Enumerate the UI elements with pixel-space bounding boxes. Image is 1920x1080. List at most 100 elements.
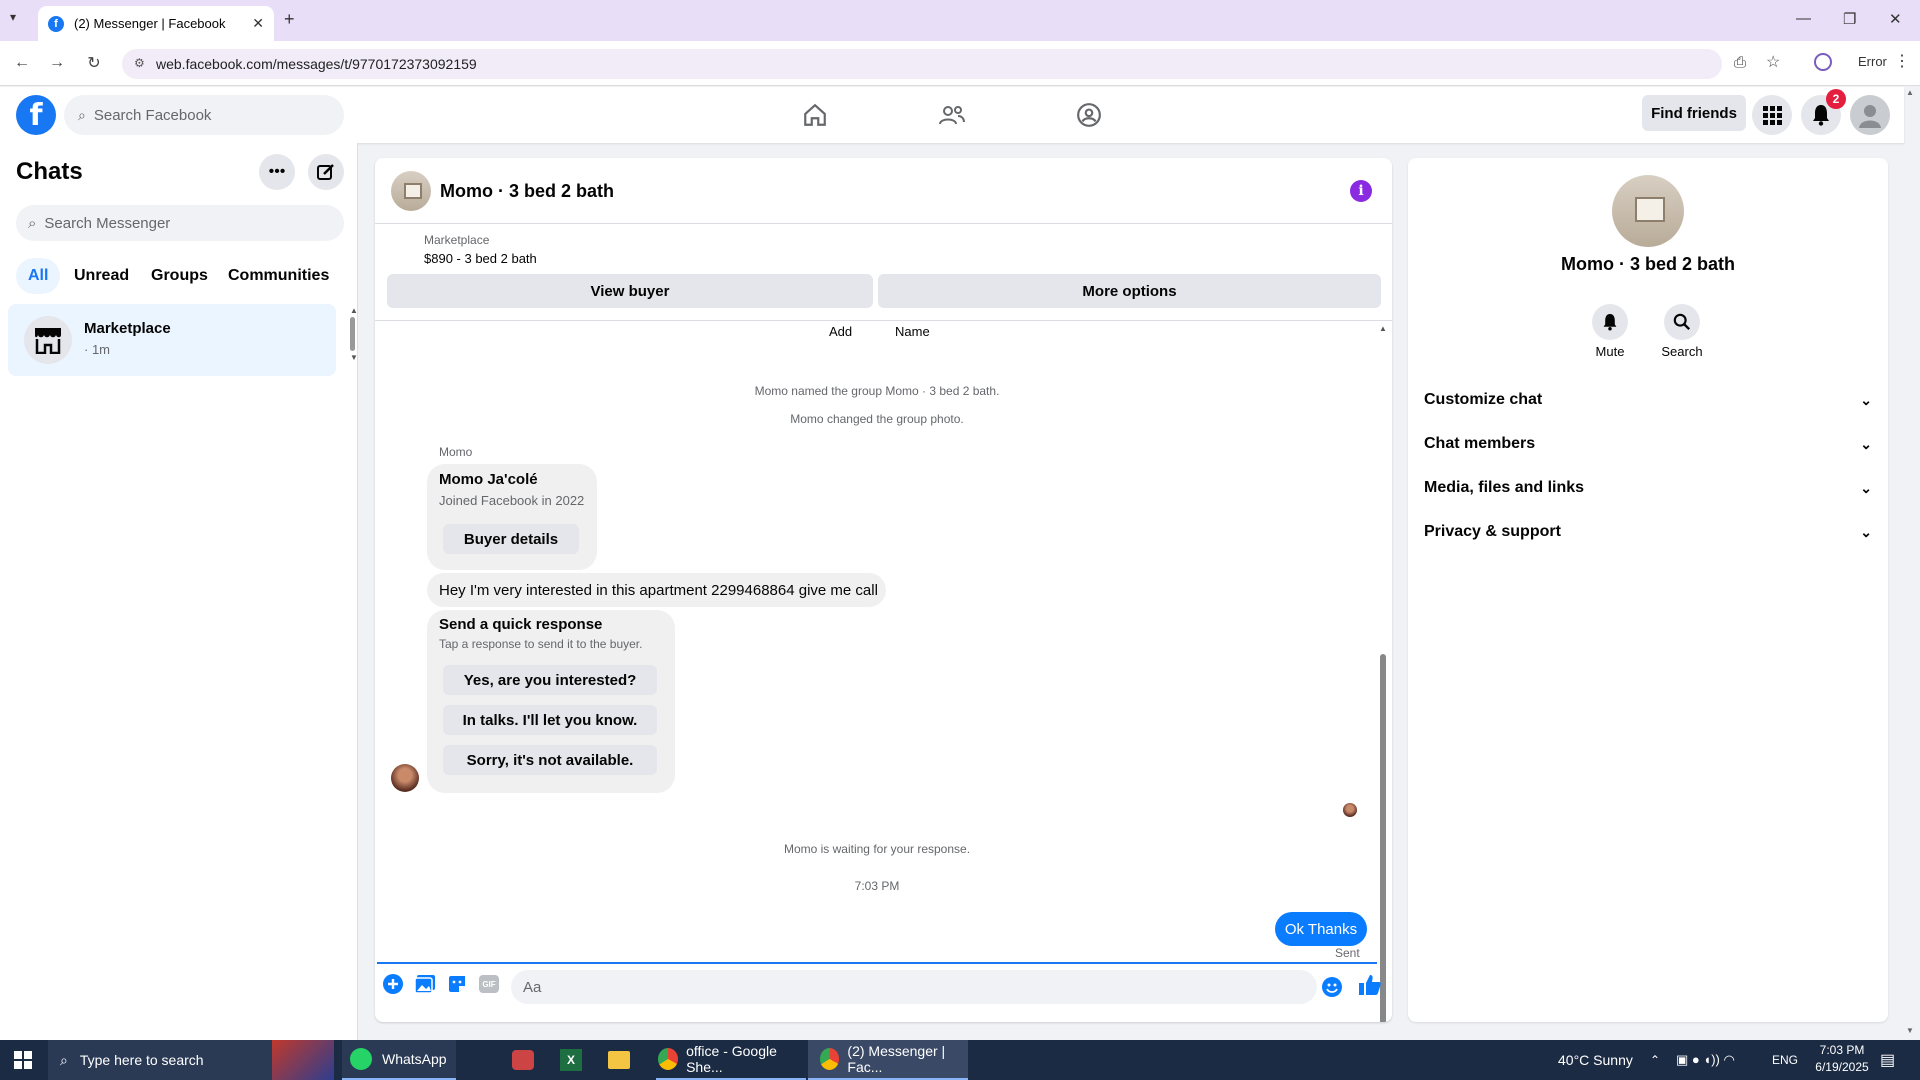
back-icon[interactable]: ← (10, 51, 34, 75)
taskbar-whatsapp[interactable]: WhatsApp (342, 1040, 456, 1080)
conversation-title[interactable]: Momo · 3 bed 2 bath (440, 181, 614, 202)
sender-avatar[interactable] (391, 764, 419, 792)
news-widget-icon[interactable] (272, 1040, 334, 1080)
section-label: Media, files and links (1424, 479, 1585, 496)
facebook-logo-icon[interactable]: f (16, 95, 56, 135)
taskbar-app-label: WhatsApp (382, 1051, 447, 1067)
bookmark-star-icon[interactable]: ☆ (1766, 52, 1780, 72)
search-label[interactable]: Search (1654, 344, 1710, 359)
quick-response-option[interactable]: In talks. I'll let you know. (443, 705, 657, 735)
messenger-search-input[interactable]: ⌕ Search Messenger (16, 205, 344, 241)
install-app-icon[interactable]: ⎙ (1734, 54, 1746, 71)
language-indicator[interactable]: ENG (1772, 1040, 1798, 1080)
facebook-search-placeholder: Search Facebook (93, 106, 212, 124)
weather-status[interactable]: 40°C Sunny (1558, 1040, 1633, 1080)
chat-options-icon[interactable]: ••• (259, 154, 295, 190)
new-message-icon[interactable] (308, 154, 344, 190)
mute-label[interactable]: Mute (1582, 344, 1638, 359)
media-files-links-row[interactable]: Media, files and links ⌄ (1424, 466, 1872, 510)
more-options-button[interactable]: More options (878, 274, 1381, 308)
chrome-icon (820, 1048, 840, 1070)
taskbar-messenger[interactable]: (2) Messenger | Fac... (808, 1040, 968, 1080)
find-friends-button[interactable]: Find friends (1642, 95, 1746, 131)
listing-title[interactable]: $890 - 3 bed 2 bath (424, 251, 537, 266)
like-thumb-icon[interactable] (1358, 973, 1382, 997)
minimize-icon[interactable]: — (1796, 10, 1811, 27)
conversation-panel: Momo · 3 bed 2 bath i Marketplace $890 -… (375, 158, 1392, 1022)
section-label: Chat members (1424, 435, 1536, 452)
message-bubble: Hey I'm very interested in this apartmen… (427, 573, 886, 607)
friends-icon[interactable] (932, 99, 972, 131)
facebook-search-input[interactable]: ⌕ Search Facebook (64, 95, 344, 135)
browser-tab[interactable]: f (2) Messenger | Facebook ✕ (38, 6, 274, 41)
home-icon[interactable] (795, 99, 835, 131)
taskbar-app-icon[interactable] (512, 1040, 534, 1080)
site-info-icon[interactable]: ⚙ (134, 56, 145, 70)
details-group-photo[interactable] (1612, 175, 1684, 247)
view-buyer-button[interactable]: View buyer (387, 274, 873, 308)
my-message-bubble: Ok Thanks (1275, 912, 1367, 946)
filter-communities[interactable]: Communities (216, 258, 341, 294)
customize-chat-row[interactable]: Customize chat ⌄ (1424, 378, 1872, 422)
privacy-support-row[interactable]: Privacy & support ⌄ (1424, 510, 1872, 554)
groups-icon[interactable] (1069, 99, 1109, 131)
browser-menu-icon[interactable]: ⋮ (1894, 51, 1910, 71)
my-message-text: Ok Thanks (1284, 920, 1358, 938)
gif-icon[interactable]: GIF (477, 972, 501, 996)
page-scrollbar[interactable]: ▲ ▼ (1906, 88, 1918, 1038)
group-photo[interactable] (391, 171, 431, 211)
emoji-icon[interactable] (1320, 975, 1344, 999)
filter-groups[interactable]: Groups (139, 258, 220, 294)
quick-response-title: Send a quick response (439, 616, 603, 633)
chat-members-row[interactable]: Chat members ⌄ (1424, 422, 1872, 466)
details-title: Momo · 3 bed 2 bath (1560, 254, 1735, 274)
url-field[interactable]: ⚙ web.facebook.com/messages/t/9770172373… (122, 49, 1722, 79)
quick-response-option[interactable]: Sorry, it's not available. (443, 745, 657, 775)
forward-icon[interactable]: → (45, 51, 69, 75)
tray-icons[interactable]: ▣ ● ◖)) ◠ (1676, 1040, 1735, 1080)
photo-icon[interactable] (413, 972, 437, 996)
taskbar-google-sheets[interactable]: office - Google She... (656, 1040, 806, 1080)
buyer-details-button[interactable]: Buyer details (443, 524, 579, 554)
quick-response-card: Send a quick response Tap a response to … (427, 610, 675, 793)
close-window-icon[interactable]: ✕ (1889, 10, 1902, 28)
chat-list-item[interactable]: Marketplace · 1m (8, 304, 336, 376)
close-tab-icon[interactable]: ✕ (252, 15, 264, 32)
search-icon: ⌕ (78, 106, 86, 123)
taskbar-search[interactable]: ⌕ Type here to search (48, 1040, 272, 1080)
tray-chevron-icon[interactable]: ⌃ (1650, 1040, 1660, 1080)
account-avatar[interactable] (1850, 95, 1890, 135)
tab-list-chevron-icon[interactable]: ▾ (10, 10, 16, 24)
plus-icon[interactable] (381, 972, 405, 996)
chevron-down-icon: ⌄ (1860, 435, 1872, 452)
sticker-icon[interactable] (445, 972, 469, 996)
quick-response-option[interactable]: Yes, are you interested? (443, 665, 657, 695)
chevron-down-icon: ⌄ (1860, 479, 1872, 496)
info-icon[interactable]: i (1350, 180, 1372, 202)
profile-icon[interactable] (1814, 53, 1832, 71)
mute-bell-icon[interactable] (1592, 304, 1628, 340)
restore-icon[interactable]: ❐ (1843, 10, 1856, 28)
reload-icon[interactable]: ↻ (82, 51, 106, 75)
new-tab-icon[interactable]: + (284, 9, 295, 30)
clock-date[interactable]: 6/19/2025 (1806, 1060, 1878, 1074)
header-divider (375, 223, 1392, 224)
buyer-name: Momo Ja'colé (439, 471, 538, 488)
notification-count-badge: 2 (1826, 89, 1846, 109)
read-receipt-avatar (1343, 803, 1357, 817)
notification-center-icon[interactable]: ▤ (1880, 1040, 1895, 1080)
message-scrollbar[interactable]: ▲ ▼ (1377, 324, 1389, 1022)
excel-icon[interactable]: X (560, 1040, 582, 1080)
profile-status-label[interactable]: Error (1858, 54, 1887, 69)
file-explorer-icon[interactable] (608, 1040, 630, 1080)
windows-start-icon[interactable] (14, 1040, 32, 1080)
filter-all[interactable]: All (16, 258, 61, 294)
message-input[interactable]: Aa (511, 970, 1317, 1004)
sidebar-scrollbar[interactable]: ▲ ▼ (350, 306, 358, 366)
section-label: Customize chat (1424, 391, 1543, 408)
filter-unread[interactable]: Unread (62, 258, 141, 294)
taskbar-app-label: office - Google She... (686, 1043, 777, 1075)
menu-grid-icon[interactable] (1752, 95, 1792, 135)
clock-time[interactable]: 7:03 PM (1812, 1043, 1872, 1057)
details-search-icon[interactable] (1664, 304, 1700, 340)
